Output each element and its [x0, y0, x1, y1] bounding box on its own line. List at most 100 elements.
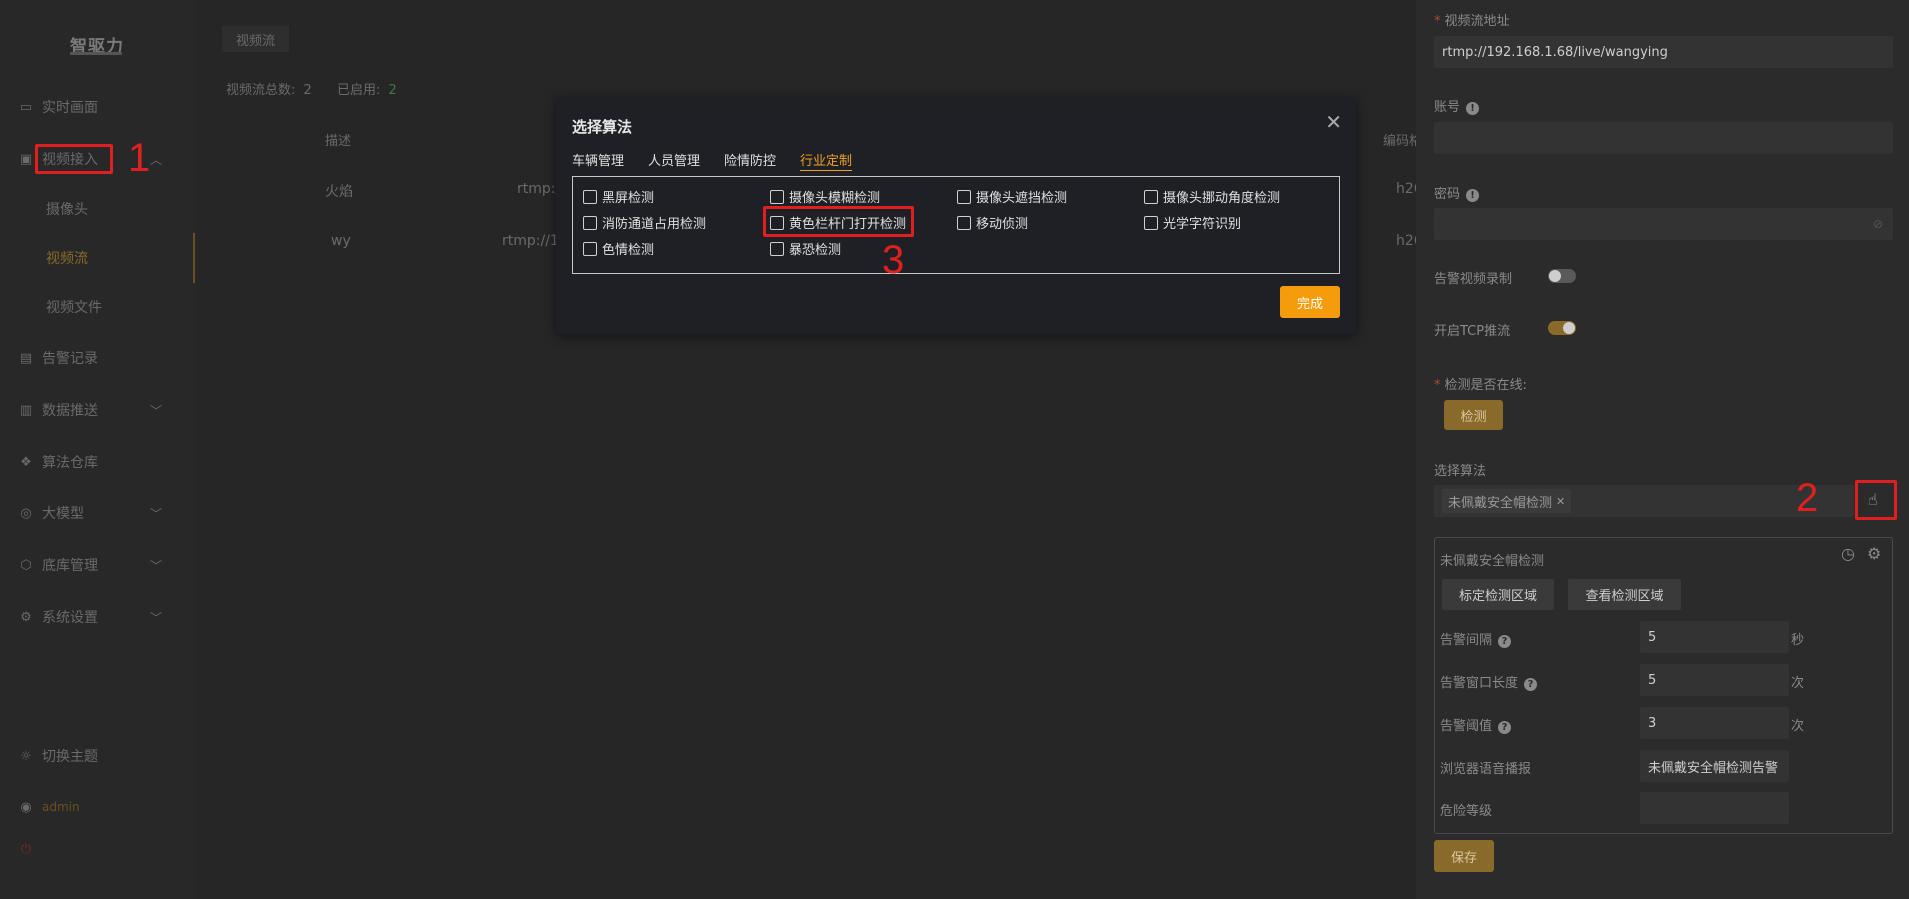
- checkbox: [583, 189, 597, 204]
- window-unit: 次: [1791, 676, 1805, 691]
- danger-level-select[interactable]: [1640, 792, 1789, 824]
- voice-broadcast-label: 浏览器语音播报: [1440, 762, 1532, 777]
- option-porn-detect[interactable]: 色情检测: [583, 239, 654, 258]
- sidebar-item-algorithm-store[interactable]: ❖ 算法仓库: [0, 449, 196, 475]
- checkbox: [770, 189, 784, 204]
- save-button[interactable]: 保存: [1434, 840, 1494, 872]
- table-cell-url: rtmp:/: [517, 181, 561, 197]
- tab-vehicle[interactable]: 车辆管理: [572, 150, 624, 169]
- gear-icon[interactable]: ⚙: [1867, 544, 1881, 563]
- sidebar-sub-video-stream[interactable]: 视频流: [46, 248, 88, 268]
- sidebar-item-label: 算法仓库: [42, 455, 98, 471]
- algorithm-options: 黑屏检测 摄像头模糊检测 摄像头遮挡检测 摄像头挪动角度检测 消防通道占用检测 …: [572, 176, 1340, 274]
- option-motion-detect[interactable]: 移动侦测: [957, 213, 1028, 232]
- theme-toggle[interactable]: ☼ 切换主题: [0, 743, 196, 769]
- annotation-number-1: 1: [128, 136, 151, 180]
- danger-level-label: 危险等级: [1440, 804, 1493, 819]
- option-camera-blur[interactable]: 摄像头模糊检测: [770, 187, 880, 206]
- active-indicator: [193, 233, 195, 283]
- option-black-screen[interactable]: 黑屏检测: [583, 187, 654, 206]
- tcp-push-toggle[interactable]: [1548, 321, 1576, 335]
- checkbox: [583, 215, 597, 230]
- dialog-title: 选择算法: [572, 118, 633, 136]
- checkbox: [1144, 215, 1158, 230]
- sidebar-item-label: 大模型: [42, 506, 84, 522]
- view-area-button[interactable]: 查看检测区域: [1568, 579, 1681, 610]
- close-icon[interactable]: ✕: [1556, 495, 1565, 508]
- logout-button[interactable]: ⏻: [0, 836, 196, 862]
- window-label: 告警窗口长度?: [1440, 672, 1538, 691]
- done-button[interactable]: 完成: [1280, 286, 1340, 318]
- info-icon: !: [1466, 189, 1480, 202]
- info-icon: !: [1466, 102, 1480, 115]
- threshold-unit: 次: [1791, 719, 1805, 734]
- theme-toggle-label: 切换主题: [42, 749, 98, 765]
- tab-video-stream[interactable]: 视频流: [222, 26, 290, 52]
- highlight-box-1: [35, 144, 113, 174]
- selected-algorithm-tag[interactable]: 未佩戴安全帽检测 ✕: [1442, 489, 1572, 513]
- checkbox: [957, 215, 971, 230]
- user-name: admin: [42, 800, 80, 814]
- alarm-record-toggle[interactable]: [1548, 269, 1576, 283]
- pointer-hand-icon[interactable]: ☝: [1868, 490, 1878, 509]
- option-fire-lane[interactable]: 消防通道占用检测: [583, 213, 706, 232]
- video-input-icon: ▣: [19, 151, 33, 167]
- sidebar-item-label: 告警记录: [42, 351, 98, 367]
- option-camera-occlusion[interactable]: 摄像头遮挡检测: [957, 187, 1067, 206]
- document-icon: ▤: [19, 350, 33, 366]
- voice-broadcast-input[interactable]: 未佩戴安全帽检测告警: [1640, 750, 1789, 782]
- threshold-input[interactable]: 3: [1640, 707, 1789, 739]
- gear-icon: ⚙: [20, 609, 32, 625]
- checkbox: [957, 189, 971, 204]
- checkbox: [770, 241, 784, 256]
- tab-risk-control[interactable]: 险情防控: [724, 150, 776, 169]
- stats-total-label: 视频流总数:: [226, 83, 296, 98]
- interval-unit: 秒: [1791, 633, 1805, 648]
- select-algorithm-label: 选择算法: [1434, 464, 1487, 479]
- sidebar-item-live-view[interactable]: ▭ 实时画面: [0, 94, 196, 120]
- sidebar-item-label: 底库管理: [42, 558, 98, 574]
- sidebar-sub-camera[interactable]: 摄像头: [46, 199, 88, 219]
- account-label: 账号!: [1434, 96, 1480, 115]
- password-input[interactable]: ⊘: [1434, 208, 1893, 240]
- tcp-push-label: 开启TCP推流: [1434, 324, 1511, 339]
- box-icon: ⬡: [20, 557, 32, 573]
- stats-enabled-value: 2: [388, 83, 397, 98]
- user-menu[interactable]: ◉ admin: [0, 794, 196, 820]
- sidebar-item-settings[interactable]: ⚙ 系统设置 ﹀: [0, 604, 196, 630]
- option-terror-detect[interactable]: 暴恐检测: [770, 239, 841, 258]
- detect-button[interactable]: 检测: [1444, 400, 1503, 430]
- highlight-box-3: [763, 206, 914, 237]
- annotation-number-2: 2: [1796, 476, 1819, 520]
- account-input[interactable]: [1434, 122, 1893, 154]
- sidebar-item-label: 数据推送: [42, 403, 98, 419]
- sidebar-item-data-push[interactable]: ▥ 数据推送 ﹀: [0, 397, 196, 423]
- option-camera-angle-shift[interactable]: 摄像头挪动角度检测: [1144, 187, 1280, 206]
- sidebar-sub-video-file[interactable]: 视频文件: [46, 297, 102, 317]
- avatar: ◉: [20, 799, 32, 815]
- mark-area-button[interactable]: 标定检测区域: [1442, 579, 1554, 610]
- chevron-down-icon: ﹀: [149, 558, 162, 573]
- column-header-desc: 描述: [325, 134, 352, 149]
- algorithm-config-name: 未佩戴安全帽检测: [1440, 554, 1545, 569]
- password-label: 密码!: [1434, 183, 1480, 202]
- stream-url-input[interactable]: rtmp://192.168.1.68/live/wangying: [1434, 36, 1893, 68]
- clock-icon[interactable]: ◷: [1841, 544, 1855, 563]
- tag-label: 未佩戴安全帽检测: [1448, 495, 1553, 511]
- eye-off-icon[interactable]: ⊘: [1873, 217, 1883, 231]
- threshold-label: 告警阈值?: [1440, 715, 1512, 734]
- stream-url-label: * 视频流地址: [1434, 14, 1510, 29]
- online-check-label: * 检测是否在线:: [1434, 378, 1527, 393]
- option-ocr[interactable]: 光学字符识别: [1144, 213, 1241, 232]
- close-icon[interactable]: ✕: [1325, 112, 1342, 132]
- tab-personnel[interactable]: 人员管理: [648, 150, 700, 169]
- interval-input[interactable]: 5: [1640, 621, 1789, 653]
- sidebar-item-library[interactable]: ⬡ 底库管理 ﹀: [0, 552, 196, 578]
- tab-industry-custom[interactable]: 行业定制: [800, 150, 853, 171]
- sidebar-item-alarm-records[interactable]: ▤ 告警记录: [0, 345, 196, 371]
- annotation-number-3: 3: [882, 238, 905, 282]
- stats-enabled-label: 已启用:: [337, 83, 381, 98]
- cube-stack-icon: ❖: [20, 454, 32, 470]
- sidebar-item-large-model[interactable]: ◎ 大模型 ﹀: [0, 500, 196, 526]
- window-input[interactable]: 5: [1640, 664, 1789, 696]
